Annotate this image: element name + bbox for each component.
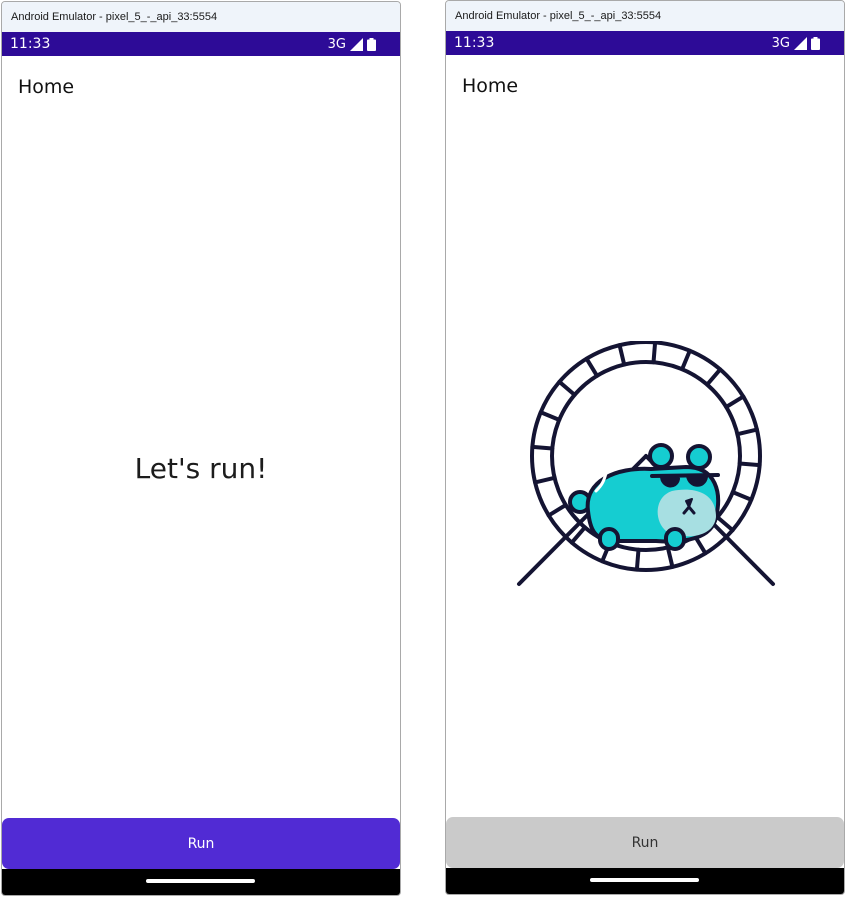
hamster-wheel-illustration <box>517 341 775 586</box>
wheel-rung <box>724 394 746 410</box>
emulator-window-left: Android Emulator - pixel_5_-_api_33:5554… <box>1 1 401 896</box>
home-gesture-handle[interactable] <box>590 878 699 882</box>
window-title: Android Emulator - pixel_5_-_api_33:5554 <box>11 11 218 23</box>
network-type: 3G <box>327 36 346 52</box>
wheel-rung <box>530 444 555 451</box>
window-title-bar[interactable]: Android Emulator - pixel_5_-_api_33:5554 <box>446 1 844 31</box>
wheel-rung <box>533 475 557 485</box>
navigation-bar <box>2 869 400 895</box>
status-bar: 11:33 3G <box>2 32 400 56</box>
app-content: Home Let's run! Run <box>2 56 400 869</box>
wheel-rung <box>680 348 692 372</box>
status-time: 11:33 <box>10 36 51 52</box>
battery-icon <box>811 36 820 50</box>
run-button[interactable]: Run <box>2 818 400 869</box>
window-title-bar[interactable]: Android Emulator - pixel_5_-_api_33:5554 <box>2 2 400 32</box>
page-title: Home <box>18 76 75 98</box>
signal-icon <box>350 37 363 51</box>
wheel-rung <box>730 490 754 502</box>
status-bar: 11:33 3G <box>446 31 844 55</box>
lets-run-label: Let's run! <box>134 452 268 485</box>
status-icons: 3G <box>772 36 820 51</box>
wheel-rung <box>557 379 577 397</box>
status-time: 11:33 <box>454 35 495 51</box>
wheel-rung <box>617 343 627 367</box>
app-content: Home Run <box>446 55 844 868</box>
wheel-rung <box>735 427 759 437</box>
page-title: Home <box>462 75 519 97</box>
network-type: 3G <box>771 35 790 51</box>
emulator-window-right: Android Emulator - pixel_5_-_api_33:5554… <box>445 0 845 895</box>
wheel-rung <box>584 356 600 378</box>
wheel-rung <box>705 367 723 387</box>
window-title: Android Emulator - pixel_5_-_api_33:5554 <box>455 10 662 22</box>
wheel-rung <box>538 410 562 422</box>
home-gesture-handle[interactable] <box>146 879 255 883</box>
signal-icon <box>794 36 807 50</box>
wheel-rung <box>737 461 762 468</box>
wheel-rung <box>634 547 641 572</box>
wheel-rung <box>546 502 568 518</box>
wheel-rung <box>651 341 658 365</box>
navigation-bar <box>446 868 844 894</box>
run-button: Run <box>446 817 844 868</box>
status-icons: 3G <box>328 37 376 52</box>
battery-icon <box>367 37 376 51</box>
